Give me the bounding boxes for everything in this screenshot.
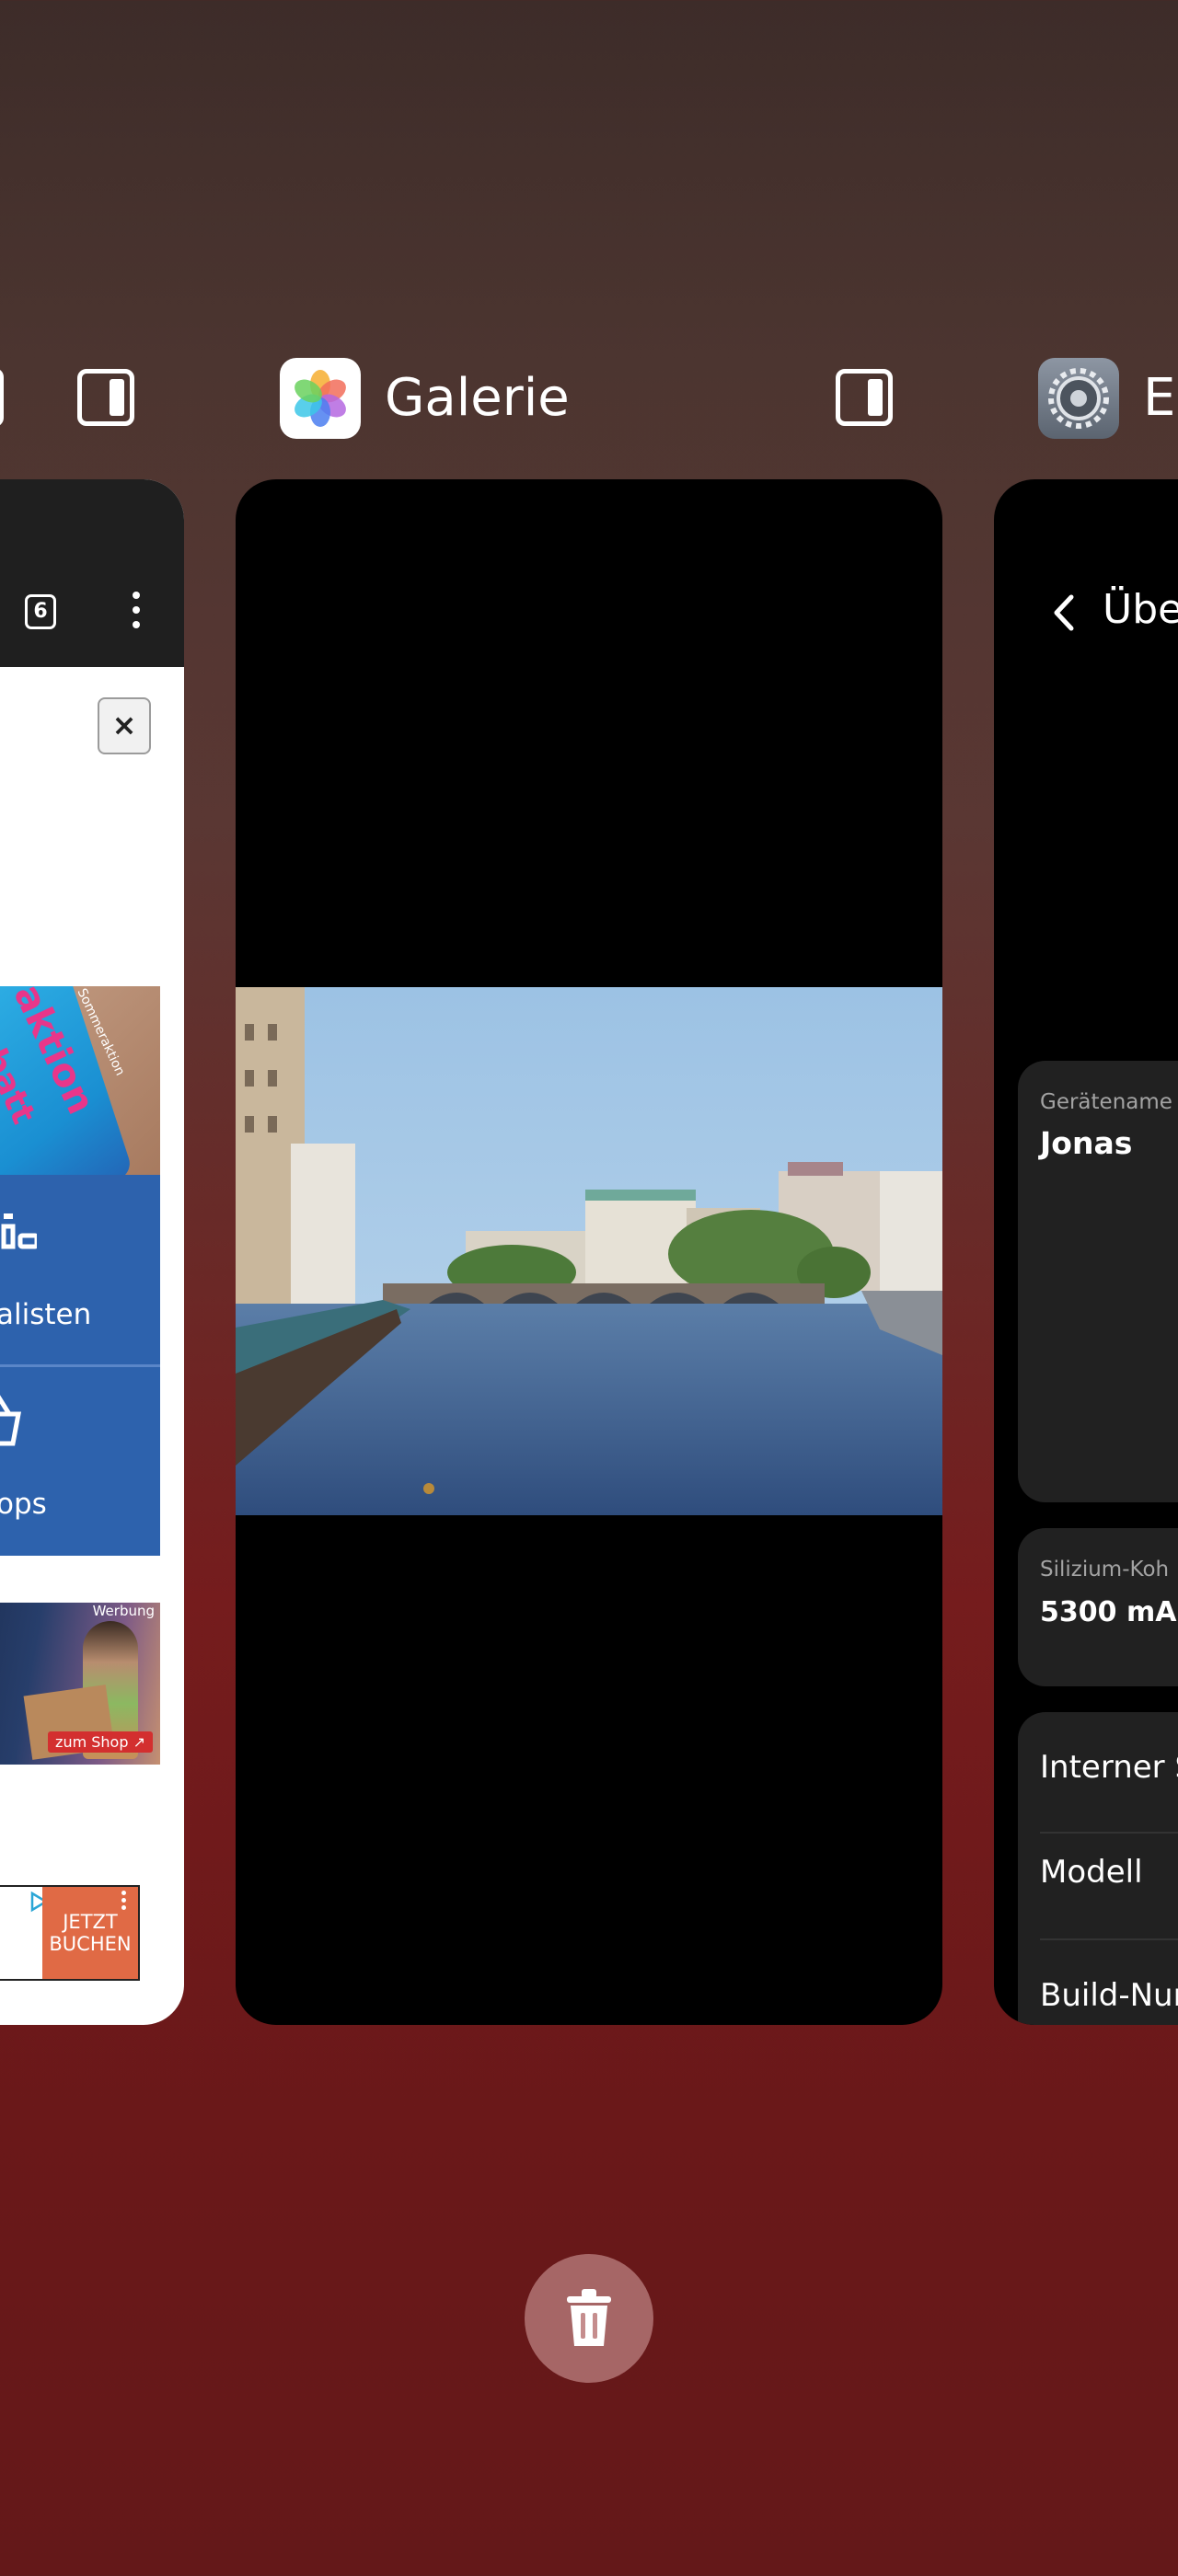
clear-all-button[interactable] xyxy=(525,2254,653,2383)
device-name-box[interactable]: Gerätename Jonas xyxy=(1018,1061,1178,1502)
build-number-row[interactable]: Build-Nur xyxy=(1040,1977,1178,2014)
quicklink-label-1[interactable]: alisten xyxy=(0,1298,91,1331)
battery-value: 5300 mAh xyxy=(1040,1596,1178,1628)
split-screen-icon xyxy=(836,369,893,426)
list-icon xyxy=(1,1213,37,1249)
internal-storage-row[interactable]: Interner S xyxy=(1040,1749,1178,1786)
settings-app-icon[interactable] xyxy=(1038,358,1119,439)
quicklink-label-2[interactable]: ops xyxy=(0,1488,47,1521)
split-screen-button-left[interactable] xyxy=(77,369,134,426)
gallery-app-icon[interactable] xyxy=(280,358,361,439)
settings-gear-icon xyxy=(1048,368,1109,429)
basket-icon xyxy=(0,1395,22,1446)
device-name-label: Gerätename xyxy=(1040,1090,1172,1114)
ad-label: Werbung xyxy=(92,1603,155,1619)
left-app-icon-partial xyxy=(0,368,4,427)
gallery-flower-icon xyxy=(294,370,346,427)
trash-icon xyxy=(567,2289,611,2346)
settings-app-card[interactable]: Übe Gerätename Jonas Silizium-Koh 5300 m… xyxy=(994,479,1178,2025)
ad-banner[interactable]: JETZT BUCHEN xyxy=(0,1885,140,1981)
gallery-app-card[interactable] xyxy=(236,479,942,2025)
settings-header-title: Übe xyxy=(1103,586,1178,633)
ad-more-icon[interactable] xyxy=(121,1891,127,1911)
split-screen-icon xyxy=(77,369,134,426)
battery-box[interactable]: Silizium-Koh 5300 mAh xyxy=(1018,1528,1178,1686)
browser-app-card[interactable]: 6 × aktion abatt Sommeraktion alisten op… xyxy=(0,479,184,2025)
back-arrow-icon[interactable] xyxy=(1045,590,1082,636)
settings-app-title[interactable]: E xyxy=(1143,369,1175,428)
close-banner-button[interactable]: × xyxy=(98,697,151,754)
city-canal-photo[interactable] xyxy=(236,987,942,1515)
battery-label: Silizium-Koh xyxy=(1040,1558,1170,1581)
ad-shop-link[interactable]: zum Shop ↗ xyxy=(48,1731,153,1753)
promo-image[interactable]: aktion abatt Sommeraktion xyxy=(0,986,160,1175)
ad-image[interactable]: Werbung zum Shop ↗ xyxy=(0,1603,160,1765)
tab-count-button[interactable]: 6 xyxy=(25,594,56,629)
info-list-box: Interner S Modell Build-Nur xyxy=(1018,1712,1178,2025)
more-options-icon[interactable] xyxy=(133,592,140,628)
device-name-value: Jonas xyxy=(1040,1125,1133,1161)
quicklinks-block: alisten ops xyxy=(0,1175,160,1556)
model-row[interactable]: Modell xyxy=(1040,1854,1143,1891)
split-screen-button-center[interactable] xyxy=(836,369,893,426)
gallery-app-title[interactable]: Galerie xyxy=(385,369,570,428)
browser-toolbar: 6 xyxy=(0,479,184,667)
divider xyxy=(0,1364,160,1367)
divider xyxy=(1040,1938,1178,1940)
divider xyxy=(1040,1832,1178,1834)
